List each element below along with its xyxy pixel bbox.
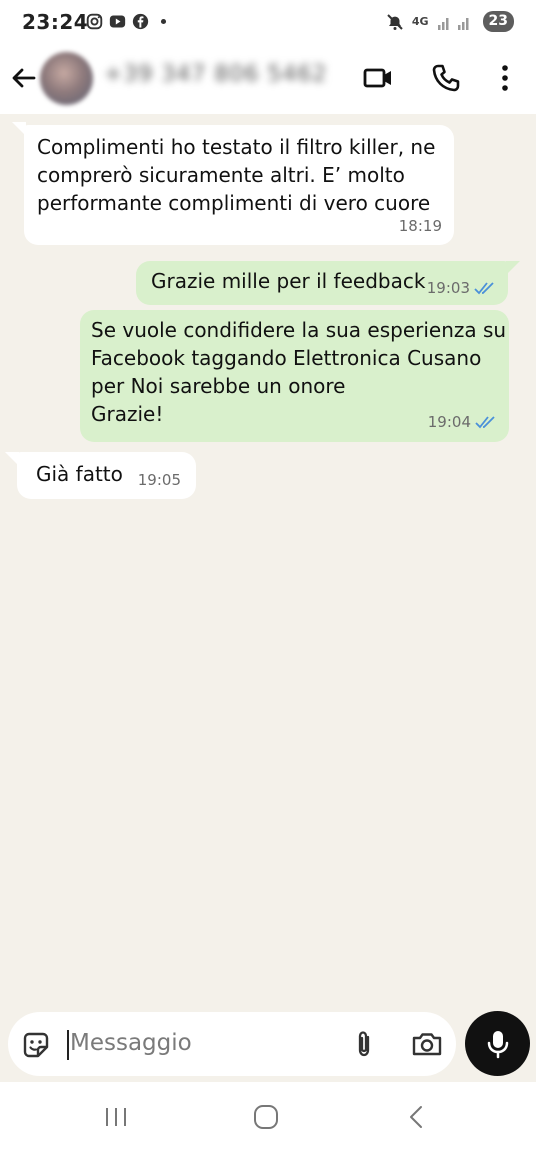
more-vert-icon[interactable] (489, 62, 521, 94)
message-time: 19:04 (427, 413, 471, 431)
message-bubble[interactable]: Già fatto 19:05 (17, 452, 196, 499)
read-ticks-icon (474, 282, 494, 295)
contact-name[interactable]: +39 347 806 5462 (104, 62, 327, 87)
battery-level: 23 (482, 11, 514, 32)
home-icon[interactable] (251, 1102, 281, 1132)
message-bubble[interactable]: Grazie mille per il feedback 19:03 (136, 261, 508, 305)
signal-icon (437, 17, 469, 30)
back-arrow-icon[interactable] (8, 62, 40, 94)
mute-icon (387, 13, 403, 30)
status-bar: 23:24 4G 23 (0, 0, 536, 46)
mic-icon (487, 1030, 508, 1058)
contact-avatar[interactable] (40, 52, 93, 105)
recents-icon[interactable] (101, 1102, 131, 1132)
phone-icon[interactable] (430, 62, 462, 94)
read-ticks-icon (475, 416, 495, 429)
message-time: 19:05 (137, 471, 181, 489)
message-time: 19:03 (426, 279, 470, 297)
camera-icon[interactable] (410, 1028, 444, 1060)
chat-area[interactable]: Complimenti ho testato il filtro killer,… (0, 114, 536, 1004)
bubble-tail (506, 261, 520, 275)
message-bubble[interactable]: Complimenti ho testato il filtro killer,… (24, 125, 454, 245)
video-call-icon[interactable] (362, 62, 394, 94)
text-caret (67, 1030, 69, 1060)
instagram-icon (86, 13, 103, 30)
system-nav-bar (0, 1082, 536, 1150)
facebook-icon (132, 13, 149, 30)
message-bubble[interactable]: Se vuole condifidere la sua esperienza s… (80, 310, 509, 442)
message-input[interactable]: Messaggio (70, 1030, 192, 1056)
message-text: Complimenti ho testato il filtro killer,… (37, 135, 436, 215)
youtube-icon (109, 15, 126, 28)
mic-button[interactable] (465, 1011, 530, 1076)
attach-icon[interactable] (348, 1028, 380, 1060)
back-icon[interactable] (402, 1102, 432, 1132)
message-composer: Messaggio (8, 1012, 456, 1076)
status-time: 23:24 (22, 10, 89, 34)
chat-header: +39 347 806 5462 (0, 46, 536, 114)
message-time: 18:19 (398, 217, 442, 235)
dot-icon (160, 18, 167, 25)
network-type: 4G (411, 15, 429, 28)
sticker-icon[interactable] (20, 1029, 52, 1061)
